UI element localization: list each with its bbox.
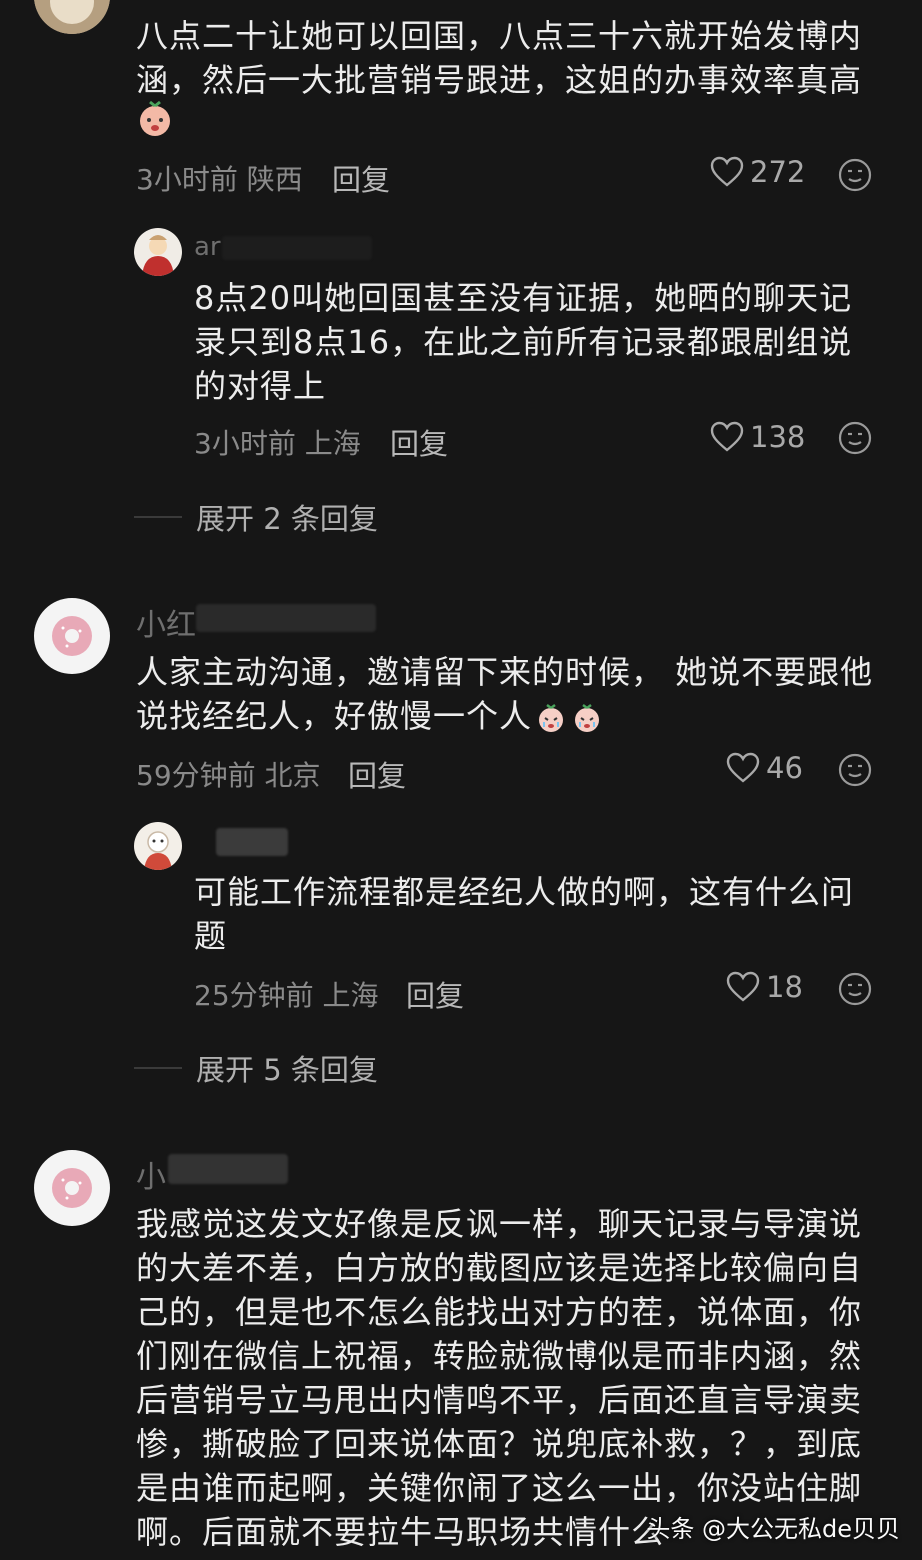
like-button[interactable]: 46 (726, 751, 803, 785)
reply-author[interactable]: ar (194, 232, 221, 262)
crying-sticker-icon (575, 704, 600, 732)
blurred-name (222, 236, 372, 260)
comment-author[interactable]: 小 (136, 1152, 166, 1196)
blurred-name (216, 828, 288, 856)
avatar-figure-icon (142, 235, 174, 276)
like-button[interactable]: 272 (710, 155, 805, 189)
expand-replies-button[interactable]: 展开 2 条回复 (134, 496, 378, 538)
heart-outline-icon (726, 971, 760, 1002)
heart-outline-icon (710, 421, 744, 452)
watermark: 头条 @大公无私de贝贝 (646, 1515, 900, 1543)
comment-meta: 59分钟前 北京 (136, 759, 321, 792)
comment-text: 人家主动沟通，邀请留下来的时候， 她说不要跟他说找经纪人，好傲慢一个人 (136, 650, 886, 738)
donut-avatar-icon (52, 1168, 92, 1208)
reply-text: 8点20叫她回国甚至没有证据，她晒的聊天记录只到8点16，在此之前所有记录都跟剧… (194, 279, 853, 405)
donut-avatar-icon (52, 616, 92, 656)
heart-outline-icon (710, 156, 744, 187)
crying-sticker-icon (539, 704, 564, 732)
divider (134, 1067, 182, 1069)
expand-label: 展开 5 条回复 (196, 1053, 378, 1087)
cat-avatar-icon (34, 0, 110, 34)
emoji-face-icon[interactable] (838, 158, 872, 192)
like-count: 272 (750, 155, 806, 189)
like-button[interactable]: 138 (710, 420, 805, 454)
avatar-figure-icon (144, 831, 172, 870)
reply-text: 可能工作流程都是经纪人做的啊，这有什么问题 (194, 873, 855, 955)
reply-button[interactable]: 回复 (406, 973, 464, 1015)
comment-text-body: 人家主动沟通，邀请留下来的时候， 她说不要跟他说找经纪人，好傲慢一个人 (136, 653, 874, 735)
avatar[interactable] (34, 1150, 110, 1226)
avatar[interactable] (134, 822, 182, 870)
like-button[interactable]: 18 (726, 970, 803, 1004)
blurred-name (168, 1154, 288, 1184)
divider (134, 516, 182, 518)
comment-meta: 3小时前 陕西 (136, 163, 303, 196)
reply-meta: 25分钟前 上海 (194, 979, 379, 1012)
like-count: 46 (766, 751, 803, 785)
reply-button[interactable]: 回复 (348, 753, 406, 795)
like-count: 18 (766, 970, 803, 1004)
comment-author[interactable]: 小红 (136, 600, 196, 644)
emoji-face-icon[interactable] (838, 972, 872, 1006)
emoji-face-icon[interactable] (838, 421, 872, 455)
avatar[interactable] (34, 0, 110, 34)
heart-outline-icon (726, 752, 760, 783)
reply-meta: 3小时前 上海 (194, 427, 361, 460)
sticker-icon (136, 100, 174, 142)
avatar[interactable] (34, 598, 110, 674)
expand-replies-button[interactable]: 展开 5 条回复 (134, 1047, 378, 1089)
comment-text: 我感觉这发文好像是反讽一样，聊天记录与导演说的大差不差，白方放的截图应该是选择比… (136, 1205, 863, 1551)
comment-text: 八点二十让她可以回国，八点三十六就开始发博内涵，然后一大批营销号跟进，这姐的办事… (136, 17, 863, 99)
like-count: 138 (750, 420, 806, 454)
reply-button[interactable]: 回复 (332, 157, 390, 199)
expand-label: 展开 2 条回复 (196, 502, 378, 536)
reply-button[interactable]: 回复 (390, 421, 448, 463)
avatar[interactable] (134, 228, 182, 276)
emoji-face-icon[interactable] (838, 753, 872, 787)
blurred-name (196, 604, 376, 632)
